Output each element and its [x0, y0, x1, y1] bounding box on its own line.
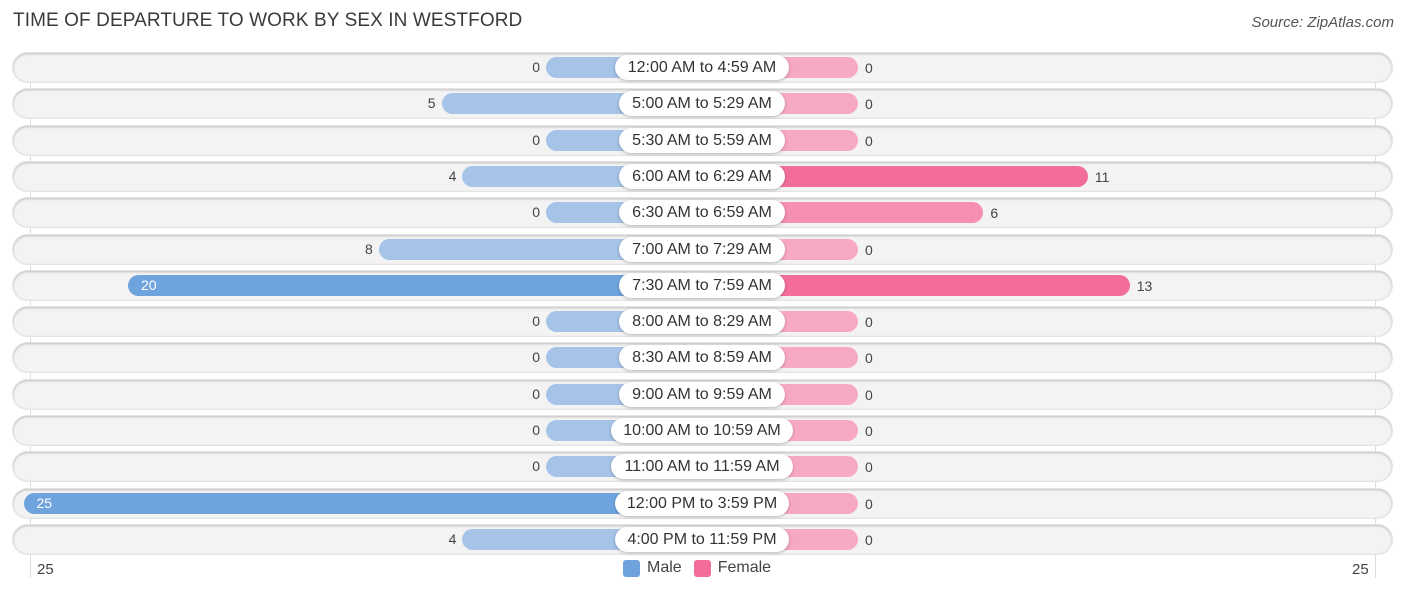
female-value-label: 0 [865, 242, 873, 258]
male-value-label: 0 [532, 422, 540, 438]
category-label: 11:00 AM to 11:59 AM [611, 454, 793, 479]
category-label: 8:00 AM to 8:29 AM [619, 309, 785, 334]
category-label: 9:00 AM to 9:59 AM [619, 382, 785, 407]
male-value-label: 4 [448, 168, 457, 184]
category-label: 6:30 AM to 6:59 AM [619, 200, 785, 225]
male-value-label: 5 [427, 95, 436, 111]
female-value-label: 0 [865, 459, 873, 475]
male-value-label: 0 [532, 313, 540, 329]
female-value-label: 0 [865, 60, 873, 76]
male-value-label: 0 [532, 458, 540, 474]
category-label: 8:30 AM to 8:59 AM [619, 345, 785, 370]
category-label: 7:30 AM to 7:59 AM [619, 273, 785, 298]
category-label: 4:00 PM to 11:59 PM [615, 527, 789, 552]
male-value-label: 25 [36, 495, 53, 511]
category-label: 12:00 AM to 4:59 AM [615, 55, 789, 80]
female-value-label: 0 [865, 350, 873, 366]
chart-rows: 0 0 12:00 AM to 4:59 AM 5 0 5:00 AM to 5:29 A… [0, 0, 1406, 594]
male-bar[interactable] [23, 493, 702, 514]
axis-tick-right: 25 [1352, 561, 1369, 578]
female-value-label: 0 [865, 423, 873, 439]
female-value-label: 0 [865, 133, 873, 149]
male-value-label: 0 [532, 132, 540, 148]
male-value-label: 0 [532, 349, 540, 365]
female-value-label: 0 [865, 96, 873, 112]
male-bar[interactable] [128, 275, 702, 296]
female-value-label: 0 [865, 387, 873, 403]
legend-label-male: Male [647, 559, 682, 576]
category-label: 12:00 PM to 3:59 PM [615, 491, 789, 516]
female-value-label: 6 [990, 205, 999, 221]
legend-item-female[interactable]: Female [693, 559, 772, 577]
legend-swatch-male [623, 559, 640, 577]
female-value-label: 13 [1136, 278, 1153, 294]
category-label: 6:00 AM to 6:29 AM [619, 164, 785, 189]
category-label: 5:30 AM to 5:59 AM [619, 128, 785, 153]
category-label: 7:00 AM to 7:29 AM [619, 237, 785, 262]
male-value-label: 0 [532, 59, 540, 75]
category-label: 10:00 AM to 10:59 AM [611, 418, 793, 443]
female-value-label: 11 [1094, 169, 1110, 185]
legend-item-male[interactable]: Male [623, 559, 682, 577]
legend-swatch-female [693, 559, 711, 577]
category-label: 5:00 AM to 5:29 AM [619, 91, 785, 116]
female-value-label: 0 [865, 314, 873, 330]
legend-label-female: Female [717, 559, 772, 576]
axis-tick-left: 25 [37, 561, 54, 578]
male-value-label: 20 [141, 277, 157, 293]
female-value-label: 0 [865, 532, 873, 548]
male-value-label: 4 [448, 531, 457, 547]
male-value-label: 8 [365, 241, 373, 257]
male-value-label: 0 [532, 386, 540, 402]
female-value-label: 0 [865, 496, 873, 512]
male-value-label: 0 [532, 204, 540, 220]
legend: Male Female [623, 559, 783, 577]
